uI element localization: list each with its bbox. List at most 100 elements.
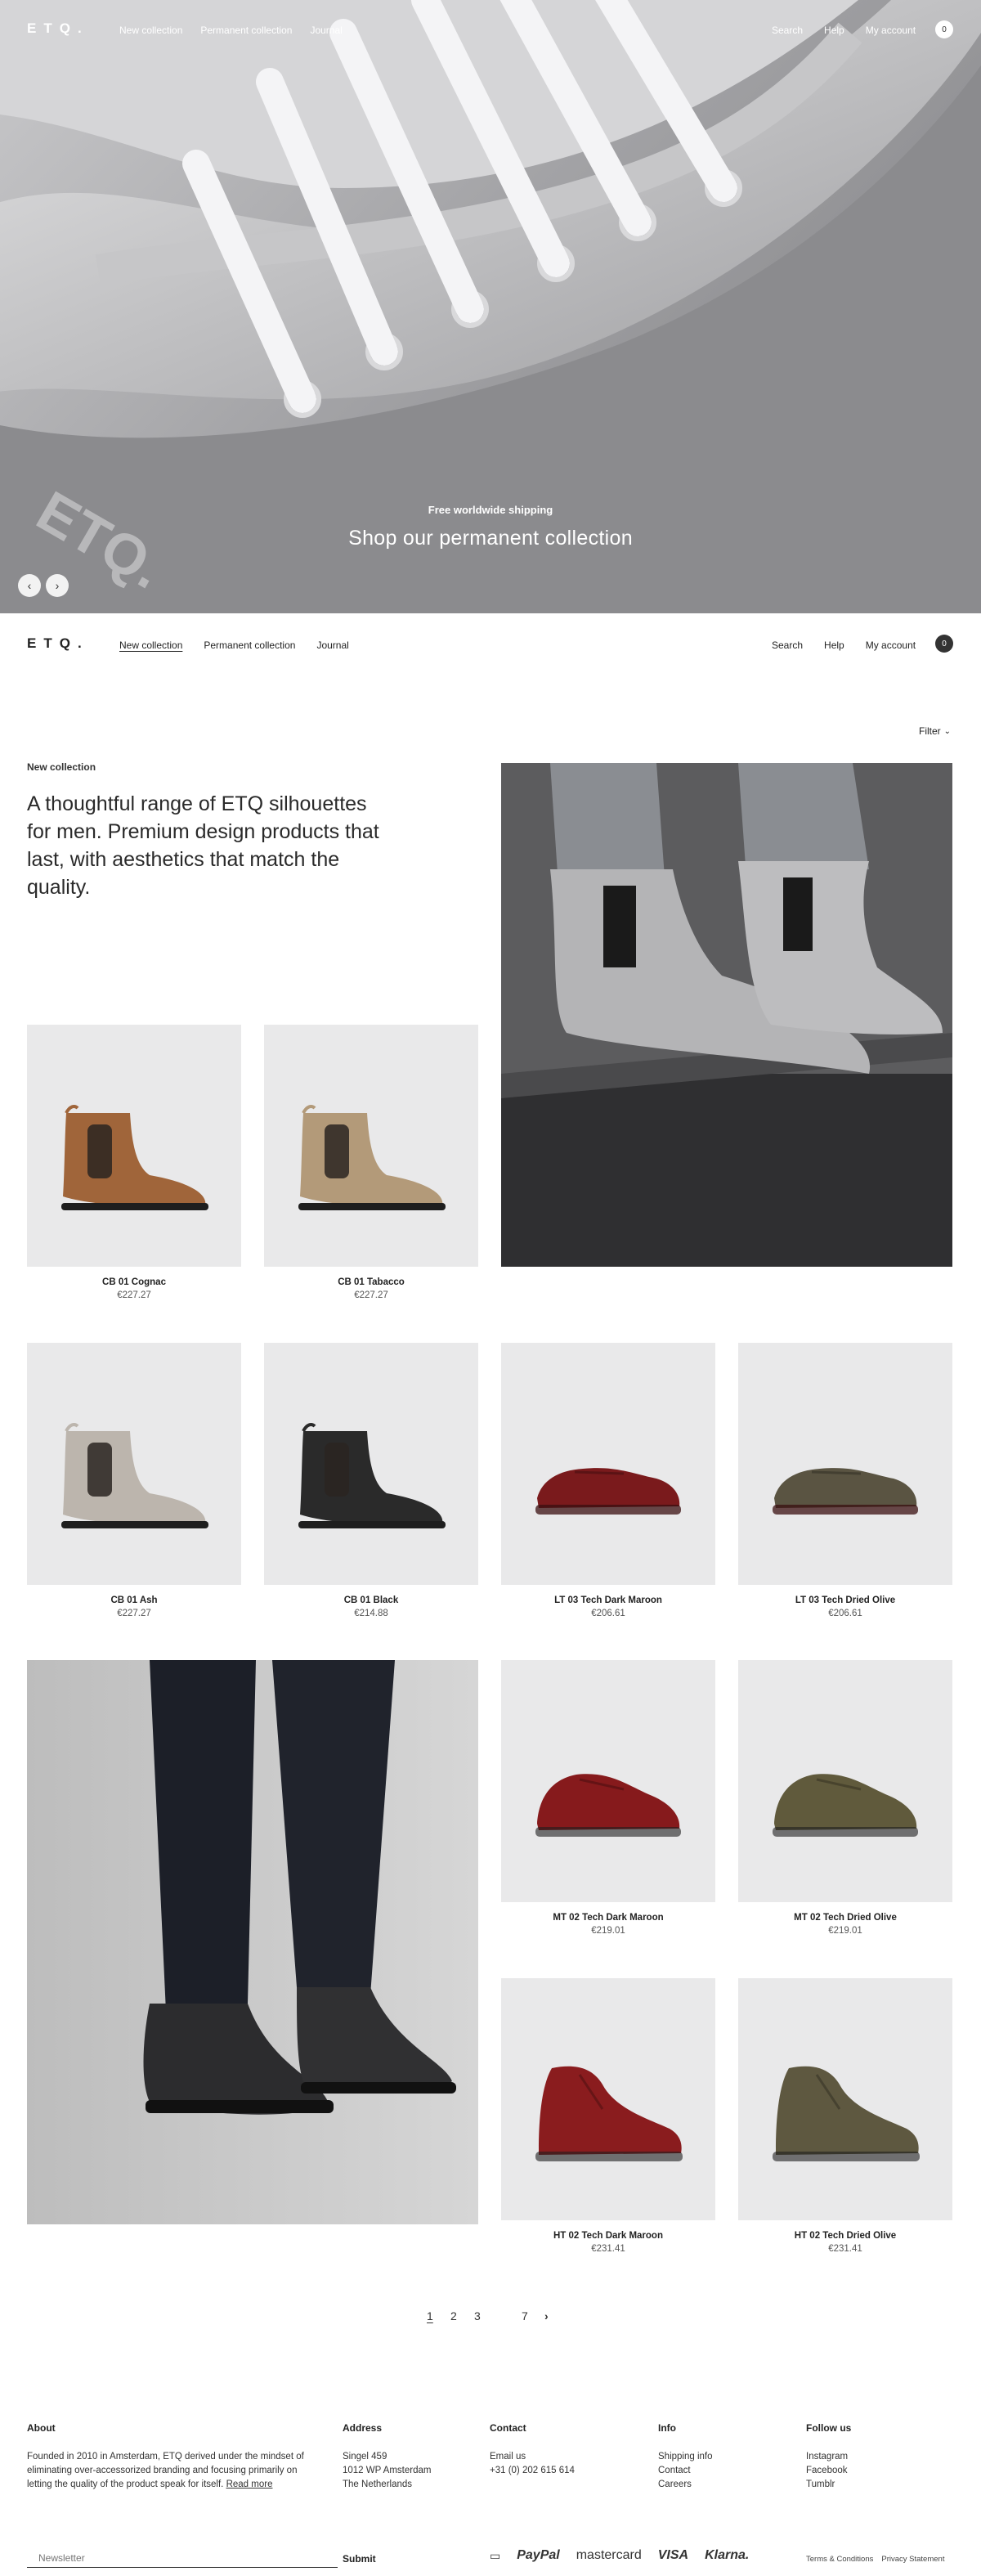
- footer: About Founded in 2010 in Amsterdam, ETQ …: [0, 2412, 981, 2576]
- secondary-nav: Search Help My account: [772, 640, 916, 651]
- chevron-down-icon: ⌄: [943, 726, 952, 736]
- nav-new-collection[interactable]: New collection: [119, 640, 182, 651]
- hero-nav-help[interactable]: Help: [824, 25, 844, 36]
- page-7-link[interactable]: 7: [522, 2309, 544, 2322]
- footer-read-more-link[interactable]: Read more: [226, 2480, 273, 2489]
- product-name[interactable]: MT 02 Tech Dried Olive: [738, 1913, 952, 1923]
- product-name[interactable]: CB 01 Cognac: [27, 1277, 241, 1287]
- product-name[interactable]: HT 02 Tech Dried Olive: [738, 2231, 952, 2241]
- product-card[interactable]: LT 03 Tech Dark Maroon €206.61: [501, 1343, 715, 1618]
- nav-journal[interactable]: Journal: [316, 640, 348, 651]
- filter-label: Filter: [919, 725, 941, 737]
- hero-nav-journal[interactable]: Journal: [310, 25, 342, 36]
- product-price: €206.61: [828, 1609, 862, 1618]
- hero-cart-button[interactable]: 0: [935, 20, 953, 38]
- page-2-link[interactable]: 2: [450, 2309, 474, 2322]
- email-link[interactable]: Email us: [490, 2450, 575, 2464]
- legal-links: Terms & Conditions Privacy Statement: [806, 2555, 944, 2564]
- brand-logo[interactable]: ETQ.: [27, 635, 89, 652]
- lifestyle-image-black-boots[interactable]: [27, 1660, 478, 2224]
- product-price: €219.01: [591, 1926, 625, 1936]
- product-card[interactable]: CB 01 Ash €227.27: [27, 1343, 241, 1618]
- footer-about-heading: About: [27, 2422, 56, 2434]
- product-image[interactable]: [738, 1978, 952, 2220]
- product-card[interactable]: CB 01 Black €214.88: [264, 1343, 478, 1618]
- product-name[interactable]: HT 02 Tech Dark Maroon: [501, 2231, 715, 2241]
- hero-nav-my-account[interactable]: My account: [866, 25, 916, 36]
- lifestyle-image-boots[interactable]: [501, 763, 952, 1267]
- hero-banner[interactable]: ETQ. ETQ. New collection Permanent colle…: [0, 0, 981, 613]
- newsletter-submit-button[interactable]: Submit: [343, 2553, 376, 2565]
- product-name[interactable]: CB 01 Tabacco: [264, 1277, 478, 1287]
- hero-next-button[interactable]: ›: [46, 574, 69, 597]
- phone-link[interactable]: +31 (0) 202 615 614: [490, 2464, 575, 2478]
- page-3-link[interactable]: 3: [474, 2309, 522, 2322]
- product-image[interactable]: [264, 1025, 478, 1267]
- page-1-link[interactable]: 1: [427, 2309, 450, 2322]
- footer-info: Shipping info Contact Careers: [658, 2450, 713, 2492]
- chevron-right-icon[interactable]: ›: [544, 2309, 549, 2322]
- shoe-illustration: [535, 1774, 681, 1837]
- visa-logo: VISA: [657, 2548, 689, 2562]
- address-line: The Netherlands: [343, 2480, 413, 2489]
- product-name[interactable]: MT 02 Tech Dark Maroon: [501, 1913, 715, 1923]
- product-image[interactable]: [27, 1343, 241, 1585]
- footer-contact-heading: Contact: [490, 2422, 526, 2434]
- product-image[interactable]: [738, 1660, 952, 1902]
- product-image[interactable]: [501, 1978, 715, 2220]
- product-card[interactable]: MT 02 Tech Dried Olive €219.01: [738, 1660, 952, 1936]
- product-image[interactable]: [501, 1660, 715, 1902]
- product-card[interactable]: CB 01 Cognac €227.27: [27, 1025, 241, 1300]
- product-name[interactable]: LT 03 Tech Dried Olive: [738, 1595, 952, 1605]
- shoe-illustration: [61, 1423, 208, 1528]
- hero-nav-permanent-collection[interactable]: Permanent collection: [200, 25, 292, 36]
- product-card[interactable]: CB 01 Tabacco €227.27: [264, 1025, 478, 1300]
- footer-address-heading: Address: [343, 2422, 383, 2434]
- collection-eyebrow: New collection: [27, 761, 96, 773]
- filter-button[interactable]: Filter ⌄: [919, 725, 951, 737]
- product-image[interactable]: [738, 1343, 952, 1585]
- brand-logo[interactable]: ETQ.: [27, 20, 89, 37]
- product-card[interactable]: HT 02 Tech Dried Olive €231.41: [738, 1978, 952, 2254]
- paypal-logo: PayPal: [517, 2548, 560, 2562]
- hero-primary-nav: New collection Permanent collection Jour…: [119, 25, 343, 36]
- product-card[interactable]: MT 02 Tech Dark Maroon €219.01: [501, 1660, 715, 1936]
- hero-nav-new-collection[interactable]: New collection: [119, 25, 182, 36]
- newsletter-input[interactable]: [27, 2548, 338, 2568]
- product-image[interactable]: [501, 1343, 715, 1585]
- product-name[interactable]: CB 01 Black: [264, 1595, 478, 1605]
- nav-permanent-collection[interactable]: Permanent collection: [204, 640, 295, 651]
- product-name[interactable]: LT 03 Tech Dark Maroon: [501, 1595, 715, 1605]
- hero-cta-link[interactable]: Shop our permanent collection: [0, 527, 981, 550]
- nav-my-account[interactable]: My account: [866, 640, 916, 651]
- product-card[interactable]: LT 03 Tech Dried Olive €206.61: [738, 1343, 952, 1618]
- product-price: €231.41: [591, 2244, 625, 2254]
- footer-contact: Email us +31 (0) 202 615 614: [490, 2450, 575, 2478]
- product-price: €227.27: [117, 1609, 151, 1618]
- product-price: €214.88: [354, 1609, 388, 1618]
- hero-prev-button[interactable]: ‹: [18, 574, 41, 597]
- product-card[interactable]: HT 02 Tech Dark Maroon €231.41: [501, 1978, 715, 2254]
- careers-link[interactable]: Careers: [658, 2478, 713, 2492]
- instagram-link[interactable]: Instagram: [806, 2450, 848, 2464]
- product-price: €231.41: [828, 2244, 862, 2254]
- product-price: €206.61: [591, 1609, 625, 1618]
- nav-search[interactable]: Search: [772, 640, 803, 651]
- hero-nav-search[interactable]: Search: [772, 25, 803, 36]
- cart-button[interactable]: 0: [935, 635, 953, 653]
- hero-sneaker-image: ETQ.: [0, 0, 981, 613]
- footer-address: Singel 459 1012 WP Amsterdam The Netherl…: [343, 2450, 431, 2492]
- facebook-link[interactable]: Facebook: [806, 2464, 848, 2478]
- product-image[interactable]: [264, 1343, 478, 1585]
- terms-link[interactable]: Terms & Conditions: [806, 2555, 873, 2564]
- contact-link[interactable]: Contact: [658, 2464, 713, 2478]
- product-image[interactable]: [27, 1025, 241, 1267]
- shoe-illustration: [535, 2066, 683, 2161]
- footer-info-heading: Info: [658, 2422, 676, 2434]
- nav-help[interactable]: Help: [824, 640, 844, 651]
- product-name[interactable]: CB 01 Ash: [27, 1595, 241, 1605]
- privacy-link[interactable]: Privacy Statement: [881, 2555, 944, 2564]
- shipping-info-link[interactable]: Shipping info: [658, 2450, 713, 2464]
- payment-methods: ▭ PayPal mastercard VISA Klarna.: [490, 2548, 749, 2563]
- tumblr-link[interactable]: Tumblr: [806, 2478, 848, 2492]
